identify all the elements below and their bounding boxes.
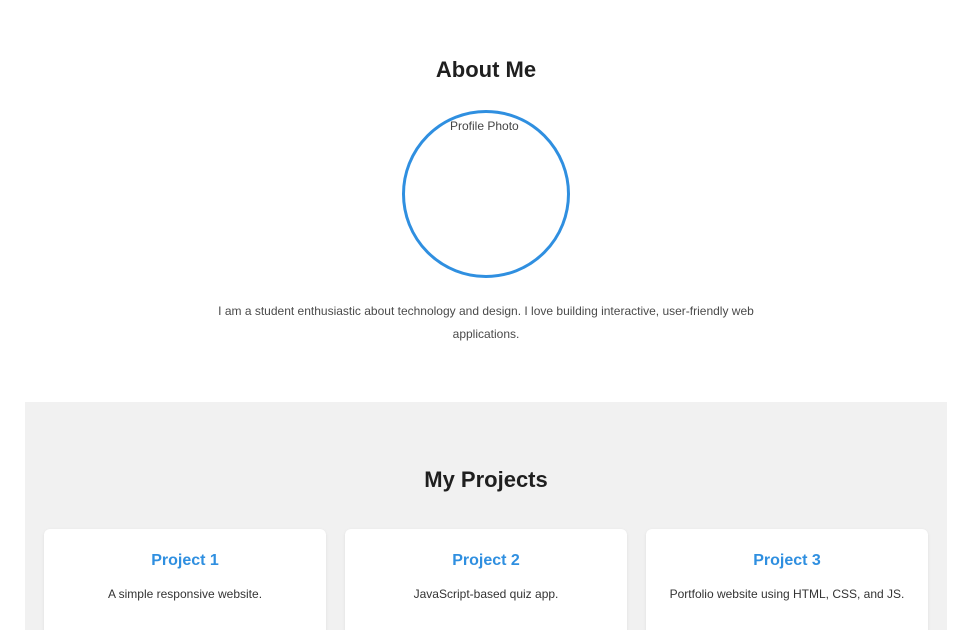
project-card-3[interactable]: Project 3 Portfolio website using HTML, …	[646, 529, 928, 630]
project-title: Project 1	[151, 552, 219, 569]
about-section: About Me Profile Photo I am a student en…	[0, 0, 954, 402]
project-title: Project 2	[452, 552, 520, 569]
about-title: About Me	[435, 57, 537, 82]
profile-photo-alt-text: Profile Photo	[450, 119, 519, 133]
project-title: Project 3	[753, 552, 821, 569]
profile-photo	[402, 110, 570, 278]
projects-title: My Projects	[424, 467, 548, 492]
projects-section: My Projects Project 1 A simple responsiv…	[25, 402, 947, 630]
project-description: JavaScript-based quiz app.	[413, 587, 559, 601]
portfolio-page: About Me Profile Photo I am a student en…	[0, 0, 954, 630]
project-description: A simple responsive website.	[107, 587, 263, 601]
about-bio: I am a student enthusiastic about techno…	[218, 304, 754, 341]
project-card-2[interactable]: Project 2 JavaScript-based quiz app.	[345, 529, 627, 630]
project-card-1[interactable]: Project 1 A simple responsive website.	[44, 529, 326, 630]
project-description: Portfolio website using HTML, CSS, and J…	[669, 587, 905, 601]
